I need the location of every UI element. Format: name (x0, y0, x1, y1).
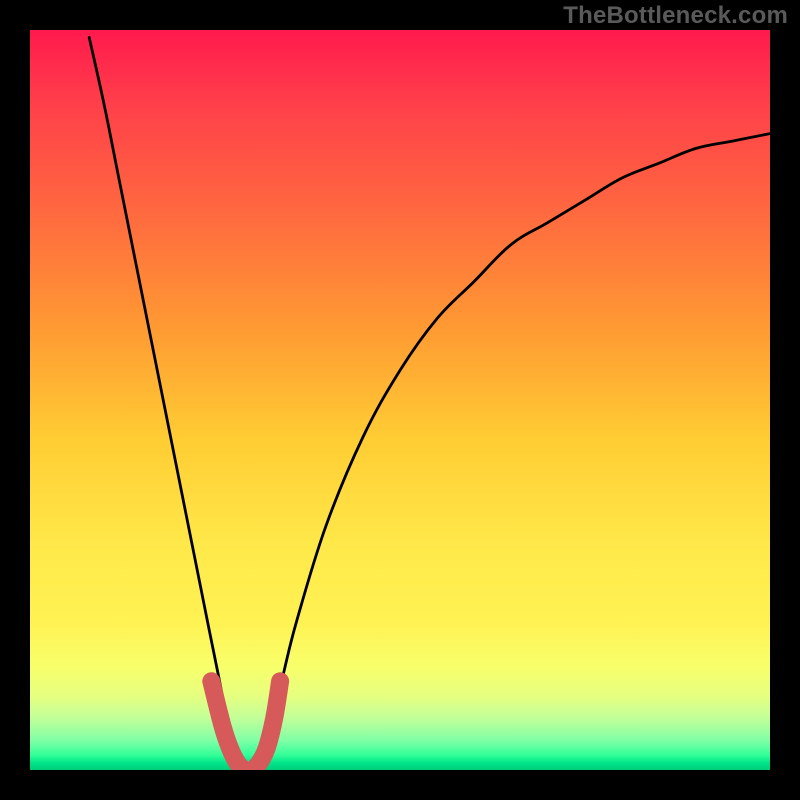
plot-svg (30, 30, 770, 770)
watermark-text: TheBottleneck.com (563, 2, 788, 30)
bottleneck-curve (89, 37, 770, 770)
highlight-band (211, 681, 280, 770)
